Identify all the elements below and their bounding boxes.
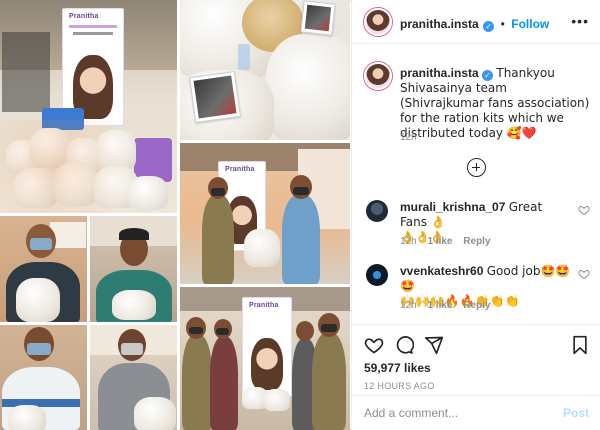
comment-like-heart-icon[interactable]	[578, 204, 590, 216]
comment-time[interactable]: 12h	[400, 300, 417, 311]
author-username[interactable]: pranitha.insta	[400, 17, 479, 31]
photo-man-with-kit-3	[0, 325, 87, 430]
more-options-icon[interactable]: •••	[571, 13, 589, 29]
follow-button[interactable]: Follow	[511, 17, 549, 31]
post-image-collage[interactable]: Pranitha Pranitha Pranitha	[0, 0, 350, 430]
post-timestamp[interactable]: 12 HOURS AGO	[364, 381, 435, 391]
caption-time[interactable]: 12h	[400, 132, 417, 143]
photo-kits-room: Pranitha	[0, 0, 177, 213]
comment-likes[interactable]: 1 like	[427, 300, 452, 311]
comment-icon[interactable]	[394, 335, 414, 355]
comment-reply-button[interactable]: Reply	[463, 236, 490, 247]
caption-verified-icon: ✓	[482, 70, 494, 81]
share-icon[interactable]	[424, 335, 444, 355]
add-comment-input[interactable]: Add a comment...	[364, 406, 458, 420]
plus-circle-icon[interactable]	[467, 158, 486, 177]
caption-avatar[interactable]	[364, 62, 392, 90]
comment-username[interactable]: vvenkateshr60	[400, 264, 483, 278]
add-comment-bar: Add a comment... Post	[352, 395, 600, 430]
bookmark-icon[interactable]	[571, 335, 589, 355]
comment-likes[interactable]: 1 like	[427, 236, 452, 247]
photo-handover: Pranitha	[180, 143, 350, 284]
follow-separator: •	[500, 17, 505, 31]
likes-count[interactable]: 59,977 likes	[364, 361, 431, 375]
photo-ration-bags-closeup	[180, 0, 350, 140]
author-avatar[interactable]	[364, 8, 392, 36]
caption-username[interactable]: pranitha.insta	[400, 66, 479, 80]
caption: pranitha.insta ✓ Thankyou Shivasainya te…	[400, 66, 592, 141]
comment-avatar[interactable]	[366, 264, 388, 286]
comment-username[interactable]: murali_krishna_07	[400, 200, 505, 214]
comment-time[interactable]: 12h	[400, 236, 417, 247]
comment-like-heart-icon[interactable]	[578, 268, 590, 280]
comment-avatar[interactable]	[366, 200, 388, 222]
photo-man-with-kit-4	[90, 325, 177, 430]
comment-meta: 12h 1 like Reply	[400, 300, 491, 311]
post-comment-button[interactable]: Post	[563, 406, 589, 420]
comment-meta: 12h 1 like Reply	[400, 236, 491, 247]
comment-reply-button[interactable]: Reply	[463, 300, 490, 311]
post-header: pranitha.insta ✓ • Follow •••	[352, 0, 600, 44]
heart-icon[interactable]	[364, 335, 384, 355]
photo-group: Pranitha	[180, 287, 350, 430]
photo-man-with-kit-1	[0, 216, 87, 322]
photo-man-with-kit-2	[90, 216, 177, 322]
post-details-panel: pranitha.insta ✓ • Follow ••• pranitha.i…	[351, 0, 600, 430]
verified-badge-icon: ✓	[483, 21, 495, 32]
